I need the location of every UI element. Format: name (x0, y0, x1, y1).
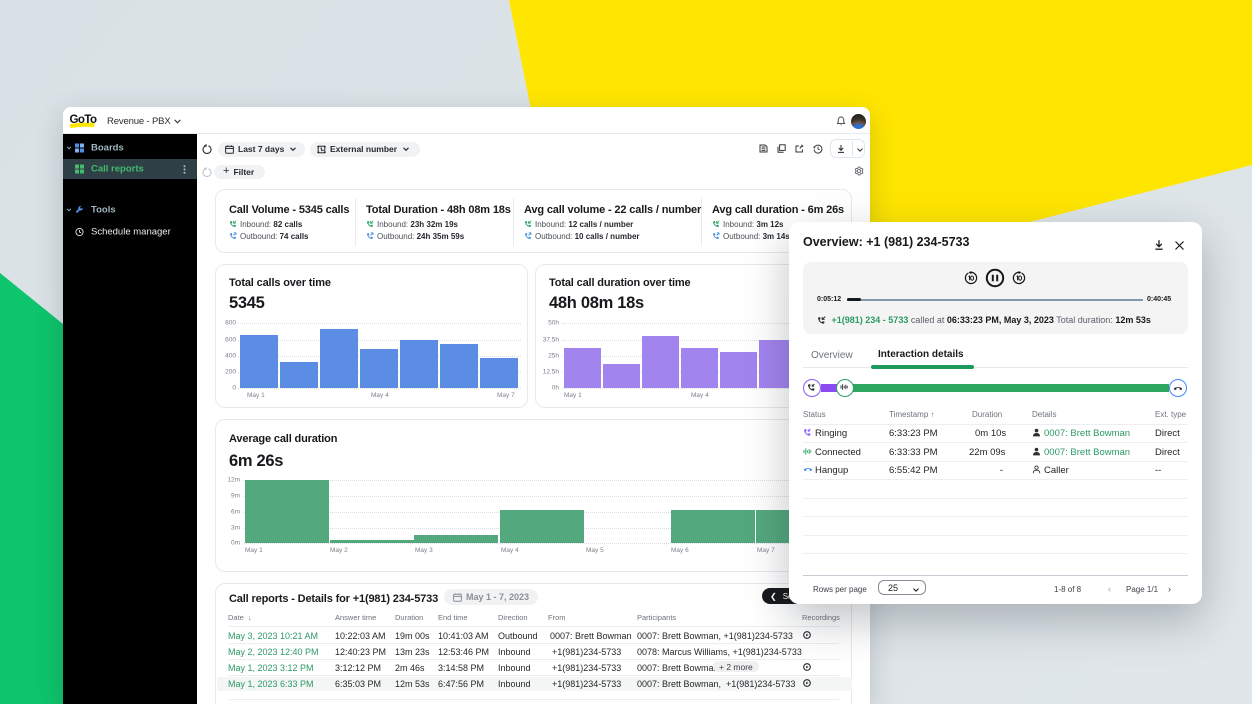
svg-text:GoTo: GoTo (70, 114, 97, 126)
